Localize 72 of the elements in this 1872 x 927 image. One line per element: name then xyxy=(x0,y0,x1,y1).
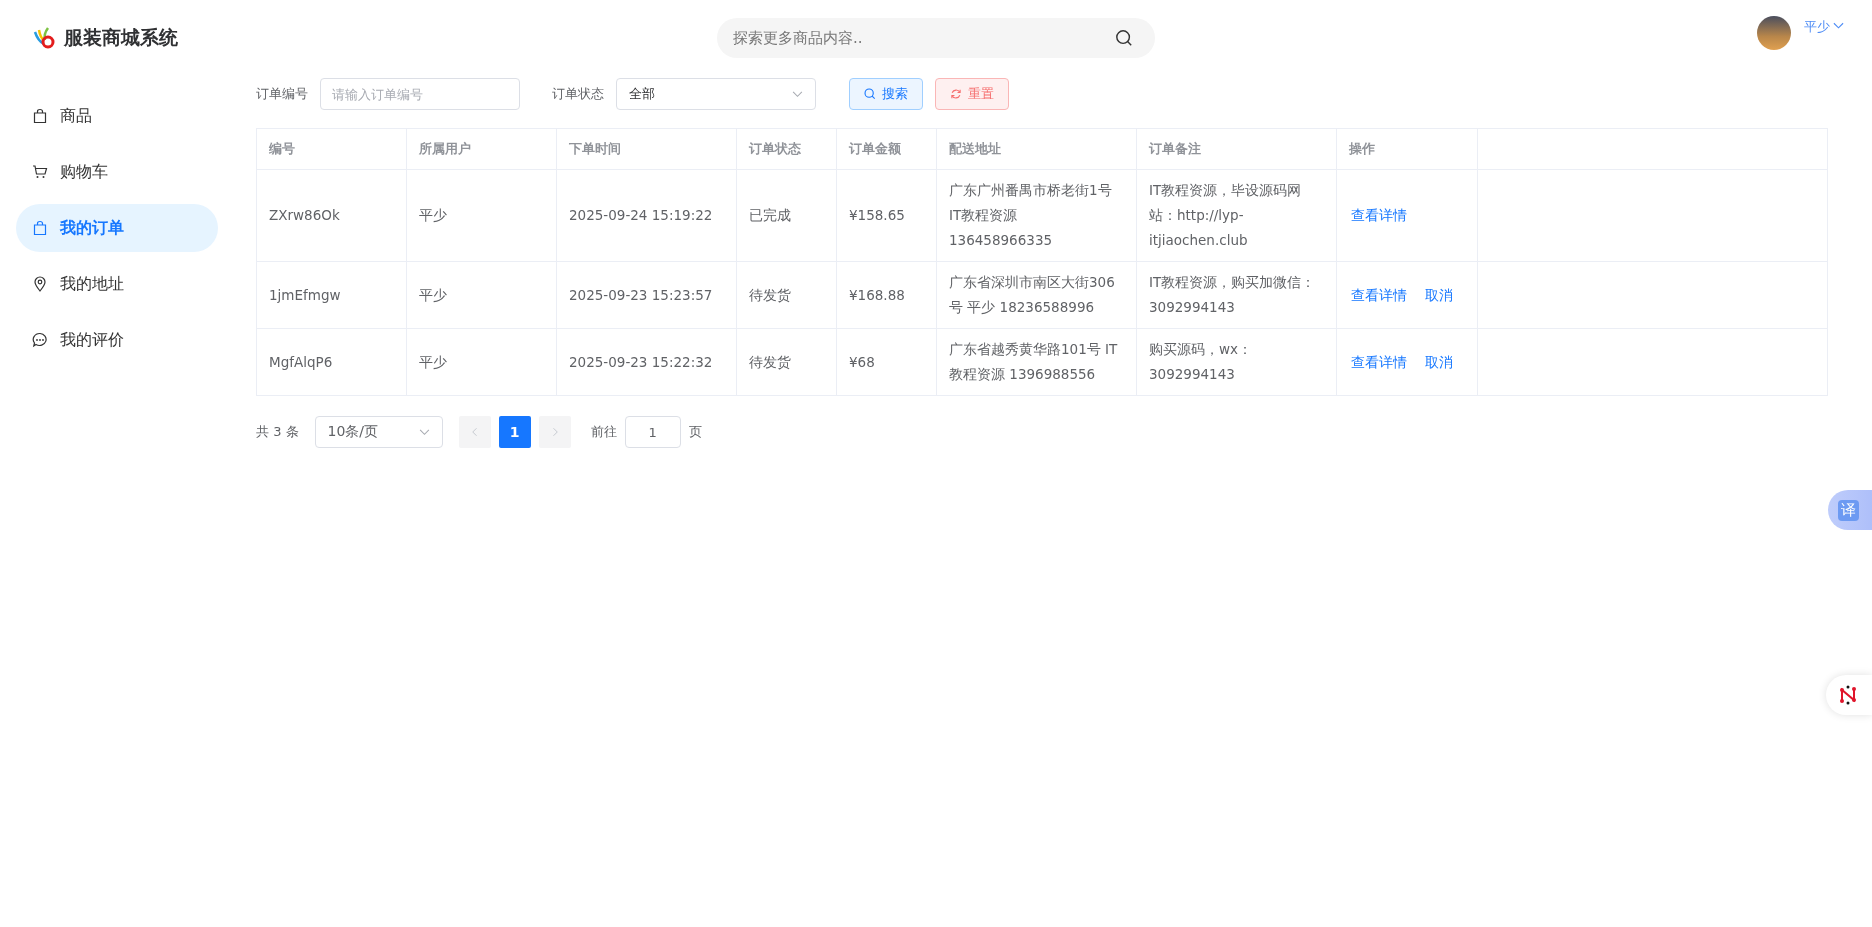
table-cell-text: 平少 xyxy=(419,206,447,225)
column-header: 编号 xyxy=(269,140,295,158)
table-cell-text: ¥68 xyxy=(849,352,875,372)
sidebar-item[interactable]: 购物车 xyxy=(16,148,218,196)
table-cell-text: MgfAlqP6 xyxy=(269,352,333,372)
filter-label: 订单编号 xyxy=(256,85,308,103)
total-count: 共 3 条 xyxy=(256,423,299,441)
network-nodes-icon xyxy=(1838,685,1858,705)
floating-widget-button[interactable] xyxy=(1826,675,1872,715)
table-cell-text: ¥168.88 xyxy=(849,285,905,305)
table-cell-text: 平少 xyxy=(419,352,447,372)
location-pin-icon xyxy=(32,276,48,292)
cart-icon xyxy=(32,164,48,180)
refresh-icon xyxy=(950,88,962,100)
table-cell-text: 2025-09-24 15:19:22 xyxy=(569,206,713,225)
chevron-down-icon[interactable] xyxy=(1833,22,1844,30)
page-jump-input[interactable]: 1 xyxy=(624,416,681,448)
goto-label: 前往 xyxy=(590,423,617,441)
table-cell-text: 广东省越秀黄华路101号 IT教程资源 1396988556 xyxy=(949,340,1119,384)
column-header: 订单状态 xyxy=(749,140,801,158)
table-cell-text: IT教程资源，毕设源码网站：http://lyp-itjiaochen.club xyxy=(1149,181,1303,250)
reset-button[interactable]: 重置 xyxy=(935,78,1009,110)
sidebar-item[interactable]: 我的评价 xyxy=(16,316,218,364)
table-cell-text: 1jmEfmgw xyxy=(269,285,341,305)
sidebar-item[interactable]: 我的地址 xyxy=(16,260,218,308)
column-header: 下单时间 xyxy=(569,140,621,158)
table-cell-text: 2025-09-23 15:22:32 xyxy=(569,352,713,372)
sidebar-item[interactable]: 我的订单 xyxy=(16,204,218,252)
avatar[interactable] xyxy=(1757,16,1791,50)
table-cell-text: 待发货 xyxy=(749,285,791,305)
sidebar-item[interactable]: 商品 xyxy=(16,92,218,140)
user-name[interactable]: 平少 xyxy=(1804,18,1830,36)
action-link[interactable]: 查看详情 xyxy=(1351,349,1407,375)
table-cell-text: ¥158.65 xyxy=(849,206,905,225)
column-header: 订单备注 xyxy=(1149,140,1201,158)
filter-label: 订单状态 xyxy=(552,85,604,103)
bag-icon xyxy=(32,108,48,124)
column-header: 订单金额 xyxy=(849,140,901,158)
table-cell-text: 已完成 xyxy=(749,206,791,225)
chat-bubble-icon xyxy=(32,332,48,348)
table-cell-text: 2025-09-23 15:23:57 xyxy=(569,285,713,305)
action-link[interactable]: 查看详情 xyxy=(1351,282,1407,308)
action-link[interactable]: 查看详情 xyxy=(1351,203,1407,228)
page-size-select[interactable]: 10条/页 xyxy=(314,416,443,448)
column-header: 操作 xyxy=(1349,140,1375,158)
search-icon xyxy=(864,88,876,100)
table-cell-text: 购买源码，wx：3092994143 xyxy=(1149,340,1254,384)
app-title: 服装商城系统 xyxy=(64,25,178,50)
table-cell-text: 平少 xyxy=(419,285,447,305)
column-header: 所属用户 xyxy=(419,140,471,158)
order-number-input[interactable]: 请输入订单编号 xyxy=(320,78,520,110)
table-cell-text: 待发货 xyxy=(749,352,791,372)
chevron-left-icon xyxy=(471,427,478,437)
chevron-right-icon xyxy=(551,427,558,437)
action-link[interactable]: 取消 xyxy=(1425,349,1453,375)
table-cell-text: IT教程资源，购买加微信：3092994143 xyxy=(1149,273,1317,317)
table-cell-text: ZXrw86Ok xyxy=(269,206,340,225)
page-number[interactable]: 1 xyxy=(498,416,531,448)
search-icon[interactable] xyxy=(1115,29,1133,47)
bag-icon xyxy=(32,220,48,236)
status-select[interactable]: 全部 xyxy=(616,78,816,110)
search-field[interactable]: 探索更多商品内容.. xyxy=(717,18,1155,58)
chevron-down-icon xyxy=(792,90,803,98)
table-cell-text: 广东广州番禺市桥老街1号 IT教程资源 136458966335 xyxy=(949,181,1113,250)
column-header: 配送地址 xyxy=(949,140,1001,158)
table-cell-text: 广东省深圳市南区大街306号 平少 18236588996 xyxy=(949,273,1116,317)
action-link[interactable]: 取消 xyxy=(1425,282,1453,308)
logo-icon xyxy=(32,26,56,50)
chevron-down-icon xyxy=(418,428,430,436)
search-button[interactable]: 搜索 xyxy=(849,78,923,110)
page-suffix: 页 xyxy=(688,423,702,441)
translate-tab[interactable]: 译 xyxy=(1828,490,1872,530)
